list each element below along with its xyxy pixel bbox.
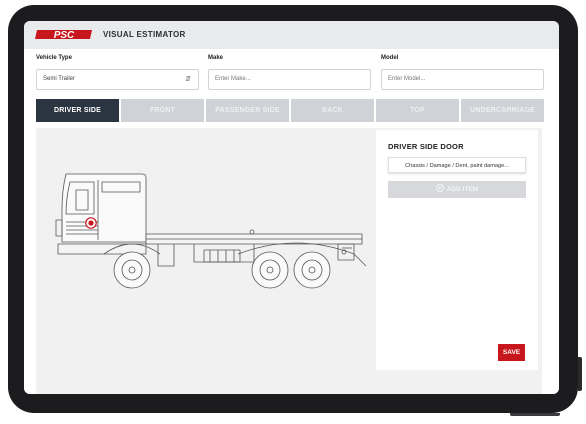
- tablet-bottom-edge: [510, 413, 560, 416]
- vehicle-type-select[interactable]: Semi Trailer ⇵: [36, 69, 199, 90]
- make-placeholder: Enter Make...: [215, 76, 251, 82]
- svg-text:PSC: PSC: [54, 30, 75, 41]
- make-input[interactable]: Enter Make...: [208, 69, 371, 90]
- tab-back[interactable]: BACK: [291, 99, 374, 122]
- damage-details-panel: DRIVER SIDE DOOR Chassis / Damage / Dent…: [376, 130, 538, 370]
- tab-passenger-side[interactable]: PASSENGER SIDE: [206, 99, 289, 122]
- tab-driver-side[interactable]: DRIVER SIDE: [36, 99, 119, 122]
- vehicle-type-value: Semi Trailer: [43, 76, 76, 82]
- damage-item[interactable]: Chassis / Damage / Dent, paint damage...: [388, 157, 526, 173]
- tab-undercarriage[interactable]: UNDERCARRIAGE: [461, 99, 544, 122]
- model-placeholder: Enter Model...: [388, 76, 426, 82]
- app-screen: PSC VISUAL ESTIMATOR Vehicle Type Semi T…: [24, 21, 559, 394]
- inspection-canvas: DRIVER SIDE DOOR Chassis / Damage / Dent…: [36, 128, 542, 394]
- damage-marker-icon[interactable]: [85, 217, 97, 229]
- vehicle-type-label: Vehicle Type: [36, 55, 72, 61]
- plus-circle-icon: +: [435, 184, 444, 193]
- model-label: Model: [381, 55, 399, 61]
- app-header: PSC VISUAL ESTIMATOR: [24, 21, 559, 49]
- app-title: VISUAL ESTIMATOR: [103, 30, 186, 39]
- add-item-label: ADD ITEM: [446, 186, 479, 193]
- panel-title: DRIVER SIDE DOOR: [388, 142, 464, 151]
- tab-front[interactable]: FRONT: [121, 99, 204, 122]
- model-input[interactable]: Enter Model...: [381, 69, 544, 90]
- tab-top[interactable]: TOP: [376, 99, 459, 122]
- save-button[interactable]: SAVE: [498, 344, 525, 361]
- add-item-button[interactable]: + ADD ITEM: [388, 181, 526, 198]
- select-chevron-icon: ⇵: [185, 76, 191, 83]
- psc-logo: PSC: [35, 30, 92, 41]
- make-label: Make: [208, 55, 224, 61]
- estimator-content: Vehicle Type Semi Trailer ⇵ Make Enter M…: [24, 49, 559, 394]
- vehicle-viewer[interactable]: [36, 128, 374, 394]
- tablet-side-button: [578, 357, 582, 391]
- truck-side-view-image: [55, 173, 367, 289]
